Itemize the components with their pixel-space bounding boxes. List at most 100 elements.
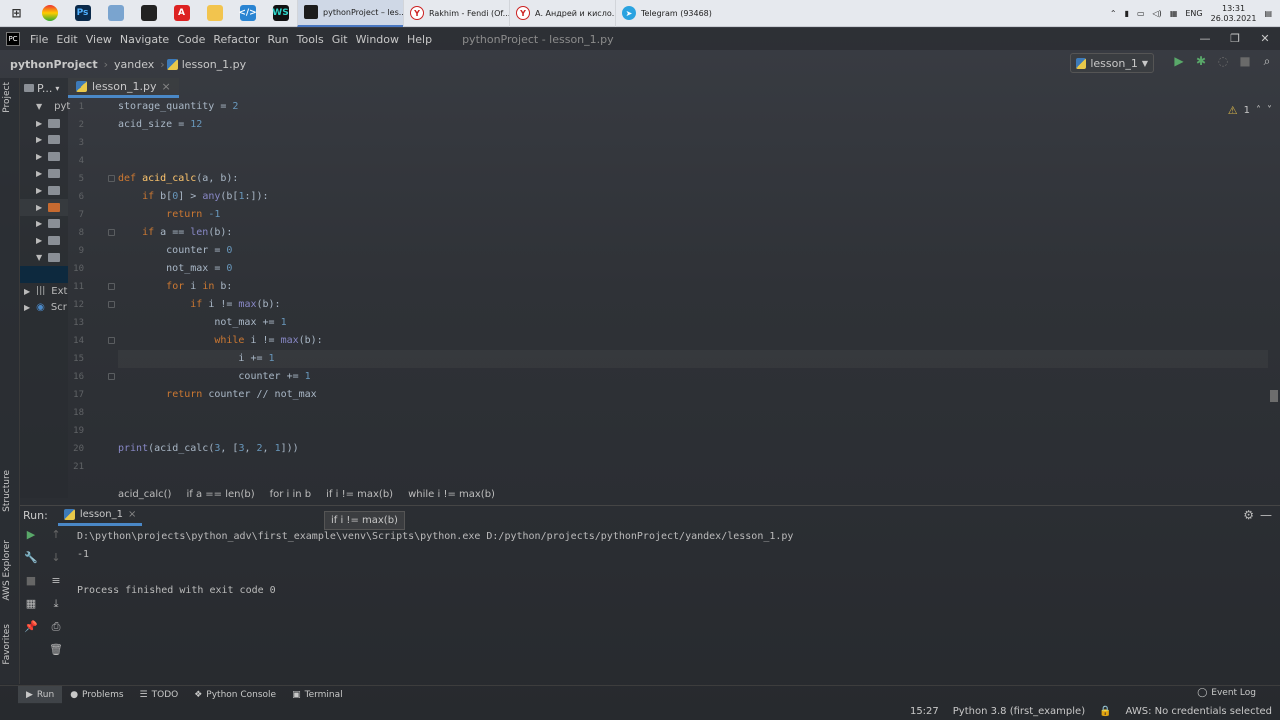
rerun-icon[interactable]: ▶ bbox=[20, 528, 42, 551]
menu-refactor[interactable]: Refactor bbox=[209, 33, 263, 46]
structure-tool-tab[interactable]: Structure bbox=[2, 470, 12, 512]
close-tab-icon[interactable]: × bbox=[161, 80, 170, 93]
event-log-button[interactable]: ◯ Event Log bbox=[1197, 688, 1256, 698]
menu-tools[interactable]: Tools bbox=[293, 33, 328, 46]
clock[interactable]: 13:31 26.03.2021 bbox=[1211, 4, 1257, 24]
soft-wrap-icon[interactable]: ≡ bbox=[45, 574, 67, 597]
network-icon[interactable]: ▭ bbox=[1137, 9, 1145, 18]
code-editor[interactable]: storage_quantity = 2 acid_size = 12 def ac… bbox=[118, 98, 1268, 484]
caret-position[interactable]: 15:27 bbox=[910, 706, 939, 717]
run-console[interactable]: D:\python\projects\python_adv\first_exam… bbox=[77, 528, 1267, 678]
notifications-icon[interactable]: ▤ bbox=[1264, 9, 1272, 18]
menu-help[interactable]: Help bbox=[403, 33, 436, 46]
chevron-up-icon[interactable]: ˄ bbox=[1256, 105, 1261, 116]
tree-folder[interactable]: ▶ bbox=[20, 182, 68, 199]
run-config-selector[interactable]: lesson_1 ▼ bbox=[1070, 53, 1154, 73]
tree-folder-open[interactable]: ▼ bbox=[20, 249, 68, 266]
taskbar-task-telegram[interactable]: ➤ Telegram (93468) bbox=[615, 0, 721, 27]
run-icon[interactable]: ▶ bbox=[1172, 54, 1186, 68]
tree-external-libraries[interactable]: ▶ ||| Ext bbox=[20, 283, 68, 300]
menu-run[interactable]: Run bbox=[264, 33, 293, 46]
editor-scrollbar[interactable] bbox=[1268, 98, 1280, 494]
tool-run[interactable]: ▶ Run bbox=[18, 685, 63, 704]
menu-navigate[interactable]: Navigate bbox=[116, 33, 173, 46]
run-tab-lesson-1[interactable]: lesson_1 × bbox=[57, 506, 143, 526]
tool-terminal[interactable]: ▣ Terminal bbox=[284, 690, 351, 700]
coverage-icon[interactable]: ◌ bbox=[1216, 54, 1230, 68]
webstorm-icon[interactable]: WS bbox=[264, 0, 297, 27]
tree-selected-file[interactable] bbox=[20, 265, 68, 283]
microphone-icon[interactable]: ▮ bbox=[1125, 9, 1129, 18]
browser-pin-icon[interactable] bbox=[33, 0, 66, 27]
search-icon[interactable]: ⌕ bbox=[1260, 54, 1274, 68]
close-icon[interactable]: ✕ bbox=[1250, 28, 1280, 50]
favorites-tool-tab[interactable]: Favorites bbox=[2, 624, 12, 665]
crumb-file[interactable]: lesson_1.py bbox=[178, 58, 250, 71]
taskbar-task-yandex-2[interactable]: Y А. Андрей и кисло... bbox=[509, 0, 615, 27]
code-crumb[interactable]: if i != max(b) bbox=[326, 489, 393, 500]
fold-marker-icon[interactable] bbox=[108, 373, 115, 380]
inspection-widget[interactable]: ⚠ 1 ˄ ˅ bbox=[1228, 104, 1272, 117]
menu-view[interactable]: View bbox=[82, 33, 116, 46]
keyboard-icon[interactable]: ▦ bbox=[1170, 9, 1178, 18]
pin-icon[interactable]: 📌 bbox=[20, 620, 42, 643]
minimize-icon[interactable]: — bbox=[1190, 28, 1220, 50]
menu-git[interactable]: Git bbox=[328, 33, 352, 46]
fold-marker-icon[interactable] bbox=[108, 337, 115, 344]
project-tool-tab[interactable]: Project bbox=[2, 82, 12, 113]
stop-icon[interactable]: ■ bbox=[20, 574, 42, 597]
tree-folder[interactable]: ▶ bbox=[20, 148, 68, 165]
taskbar-task-pycharm[interactable]: pythonProject – les... bbox=[297, 0, 403, 27]
trash-icon[interactable]: 🗑 bbox=[45, 643, 67, 666]
fold-marker-icon[interactable] bbox=[108, 229, 115, 236]
photoshop-icon[interactable]: Ps bbox=[66, 0, 99, 27]
volume-icon[interactable]: ◁) bbox=[1153, 9, 1162, 18]
gear-icon[interactable]: ⚙ bbox=[1243, 508, 1254, 522]
explorer-icon[interactable] bbox=[198, 0, 231, 27]
tree-scratches[interactable]: ▶ ◉ Scr bbox=[20, 300, 68, 317]
minimize-panel-icon[interactable]: — bbox=[1260, 508, 1272, 522]
fold-marker-icon[interactable] bbox=[108, 301, 115, 308]
terminal-pin-icon[interactable] bbox=[132, 0, 165, 27]
project-panel-header[interactable]: P... ▾ bbox=[20, 78, 68, 98]
layout-icon[interactable]: ▦ bbox=[20, 597, 42, 620]
tree-folder-venv[interactable]: ▶ bbox=[20, 198, 68, 216]
code-crumb[interactable]: while i != max(b) bbox=[408, 489, 495, 500]
app-pin-icon[interactable] bbox=[99, 0, 132, 27]
tree-folder[interactable]: ▶ bbox=[20, 216, 68, 233]
tool-todo[interactable]: ☰ TODO bbox=[132, 690, 187, 700]
tree-folder[interactable]: ▶ bbox=[20, 165, 68, 182]
arrow-up-icon[interactable]: ↑ bbox=[45, 528, 67, 551]
crumb-project[interactable]: pythonProject bbox=[0, 58, 102, 71]
tray-chevron-icon[interactable]: ⌃ bbox=[1110, 9, 1117, 18]
tree-folder[interactable]: ▶ bbox=[20, 115, 68, 132]
tool-python-console[interactable]: ❖ Python Console bbox=[186, 690, 284, 700]
tree-folder[interactable]: ▶ bbox=[20, 132, 68, 149]
taskbar-task-yandex-1[interactable]: Y Rakhim - Fendi (Of... bbox=[403, 0, 509, 27]
interpreter-selector[interactable]: Python 3.8 (first_example) bbox=[953, 706, 1085, 717]
lock-icon[interactable]: 🔒 bbox=[1099, 706, 1111, 717]
language-indicator[interactable]: ENG bbox=[1185, 9, 1202, 18]
vscode-icon[interactable]: </> bbox=[231, 0, 264, 27]
tool-problems[interactable]: ● Problems bbox=[62, 690, 131, 700]
aws-credentials[interactable]: AWS: No credentials selected bbox=[1126, 706, 1272, 717]
menu-file[interactable]: File bbox=[26, 33, 52, 46]
tree-folder[interactable]: ▶ bbox=[20, 232, 68, 249]
task-view-icon[interactable]: ⊞ bbox=[0, 0, 33, 27]
fold-marker-icon[interactable] bbox=[108, 175, 115, 182]
wrench-icon[interactable]: 🔧 bbox=[20, 551, 42, 574]
restore-icon[interactable]: ❐ bbox=[1220, 28, 1250, 50]
code-crumb[interactable]: for i in b bbox=[270, 489, 312, 500]
fold-marker-icon[interactable] bbox=[108, 283, 115, 290]
scroll-to-end-icon[interactable]: ⤓ bbox=[45, 597, 67, 620]
arrow-down-icon[interactable]: ↓ bbox=[45, 551, 67, 574]
stop-icon[interactable]: ■ bbox=[1238, 54, 1252, 68]
code-crumb[interactable]: if a == len(b) bbox=[186, 489, 254, 500]
code-crumb[interactable]: acid_calc() bbox=[118, 489, 171, 500]
crumb-folder[interactable]: yandex bbox=[110, 58, 158, 71]
print-icon[interactable]: ⎙ bbox=[45, 620, 67, 643]
aws-explorer-tool-tab[interactable]: AWS Explorer bbox=[2, 540, 12, 601]
acrobat-icon[interactable]: A bbox=[165, 0, 198, 27]
tree-root[interactable]: ▼ pyt bbox=[20, 98, 70, 115]
close-tab-icon[interactable]: × bbox=[128, 509, 136, 520]
